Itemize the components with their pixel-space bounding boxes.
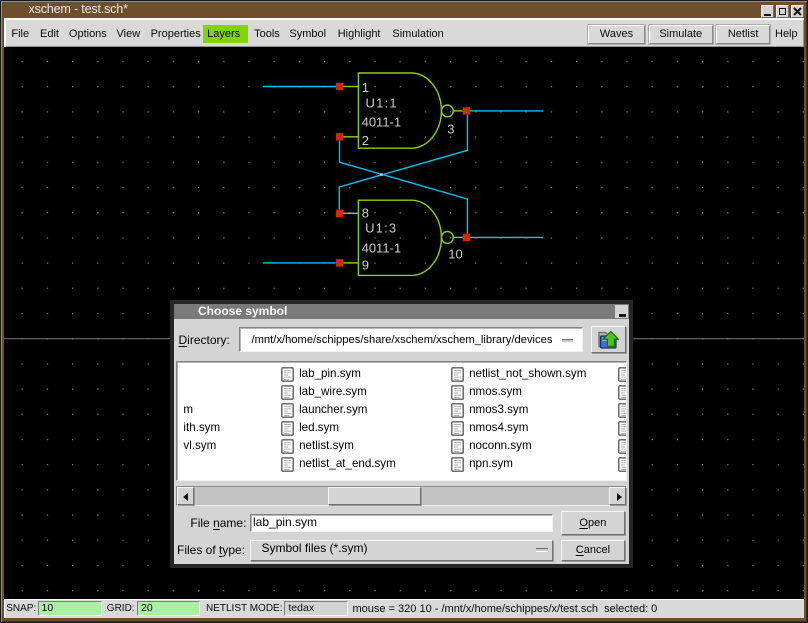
svg-text:4011-1: 4011-1 — [362, 240, 402, 255]
svg-text:U1:3: U1:3 — [365, 221, 397, 236]
svg-text:1: 1 — [362, 80, 369, 95]
svg-text:U1:1: U1:1 — [366, 96, 398, 111]
svg-text:9: 9 — [362, 257, 369, 272]
svg-text:8: 8 — [362, 205, 369, 220]
svg-text:3: 3 — [447, 121, 454, 136]
svg-text:2: 2 — [362, 133, 369, 148]
svg-text:10: 10 — [448, 246, 462, 261]
svg-text:4011-1: 4011-1 — [362, 114, 402, 129]
